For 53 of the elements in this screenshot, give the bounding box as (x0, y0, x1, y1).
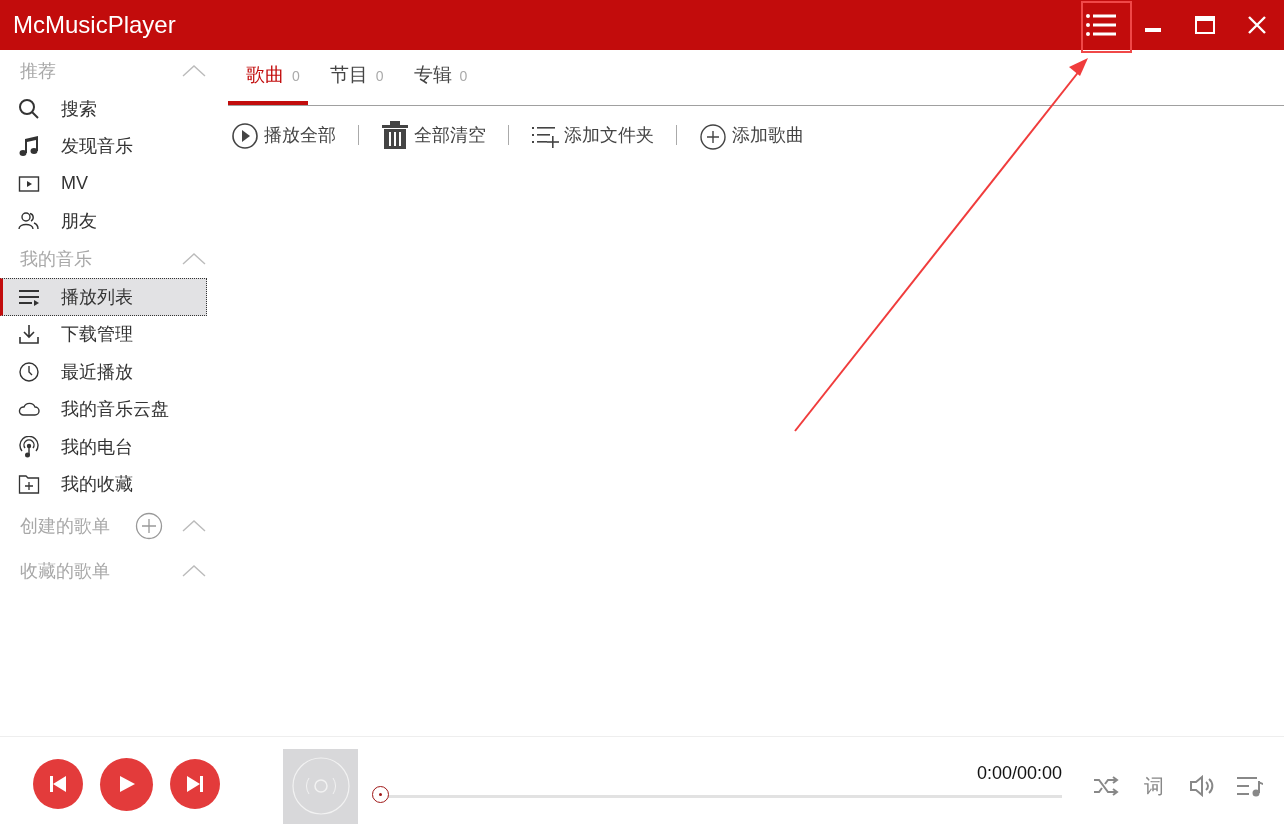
tab-label: 歌曲 (246, 63, 284, 87)
section-title: 推荐 (20, 60, 57, 83)
tab[interactable]: 节目 0 (311, 50, 392, 105)
play-icon (231, 120, 259, 150)
add-button[interactable]: 添加歌曲 (699, 120, 804, 150)
sidebar-item[interactable]: 搜索 (0, 90, 208, 128)
sidebar-item[interactable]: 发现音乐 (0, 127, 208, 165)
previous-button[interactable] (33, 759, 83, 809)
radio-icon (18, 435, 40, 458)
tab[interactable]: 专辑 0 (395, 50, 476, 105)
download-icon (18, 323, 40, 346)
tab[interactable]: 歌曲 0 (228, 50, 308, 105)
section-title: 创建的歌单 (20, 514, 111, 538)
sidebar-item[interactable]: 我的电台 (0, 428, 208, 466)
sidebar-item[interactable]: 最近播放 (0, 353, 208, 391)
lyrics-button[interactable]: 词 (1135, 769, 1173, 803)
speaker-icon (1189, 775, 1215, 797)
recent-icon (18, 360, 40, 383)
window-title: McMusicPlayer (13, 11, 176, 39)
next-button[interactable] (170, 759, 220, 809)
section-title: 收藏的歌单 (20, 559, 111, 583)
add-playlist-button[interactable] (135, 511, 163, 540)
sidebar-item[interactable]: 我的音乐云盘 (0, 390, 208, 428)
sidebar-item[interactable]: 朋友 (0, 202, 208, 240)
time-display: 0:00/00:00 (976, 763, 1062, 784)
close-icon (1247, 15, 1267, 35)
shuffle-icon (1093, 776, 1119, 796)
sidebar-item[interactable]: MV (0, 165, 208, 203)
search-icon (18, 97, 40, 120)
play-button[interactable] (100, 757, 153, 811)
maximize-icon (1195, 16, 1215, 34)
favorites-icon (18, 473, 40, 496)
section-title: 我的音乐 (20, 248, 93, 271)
disc-icon (290, 756, 351, 816)
tab-label: 专辑 (413, 63, 452, 87)
next-icon (185, 774, 205, 794)
clear-button[interactable]: 全部清空 (381, 120, 486, 150)
music-icon (18, 135, 40, 158)
sidebar-item[interactable]: 我的收藏 (0, 465, 208, 503)
minimize-icon (1145, 28, 1161, 32)
tab-count: 0 (375, 68, 384, 84)
playlist-icon (1236, 775, 1264, 797)
tab-count: 0 (292, 68, 300, 84)
progress-handle[interactable] (372, 786, 389, 803)
tab-count: 0 (459, 68, 468, 84)
sidebar-item[interactable]: 下载管理 (0, 315, 208, 353)
tab-label: 节目 (329, 63, 368, 87)
highlight-frame (1081, 1, 1132, 53)
menu-icon (1085, 12, 1117, 38)
sidebar-item[interactable]: 播放列表 (0, 278, 207, 316)
folder-button[interactable]: 添加文件夹 (531, 120, 654, 150)
previous-icon (48, 774, 68, 794)
play-button[interactable]: 播放全部 (231, 120, 336, 150)
